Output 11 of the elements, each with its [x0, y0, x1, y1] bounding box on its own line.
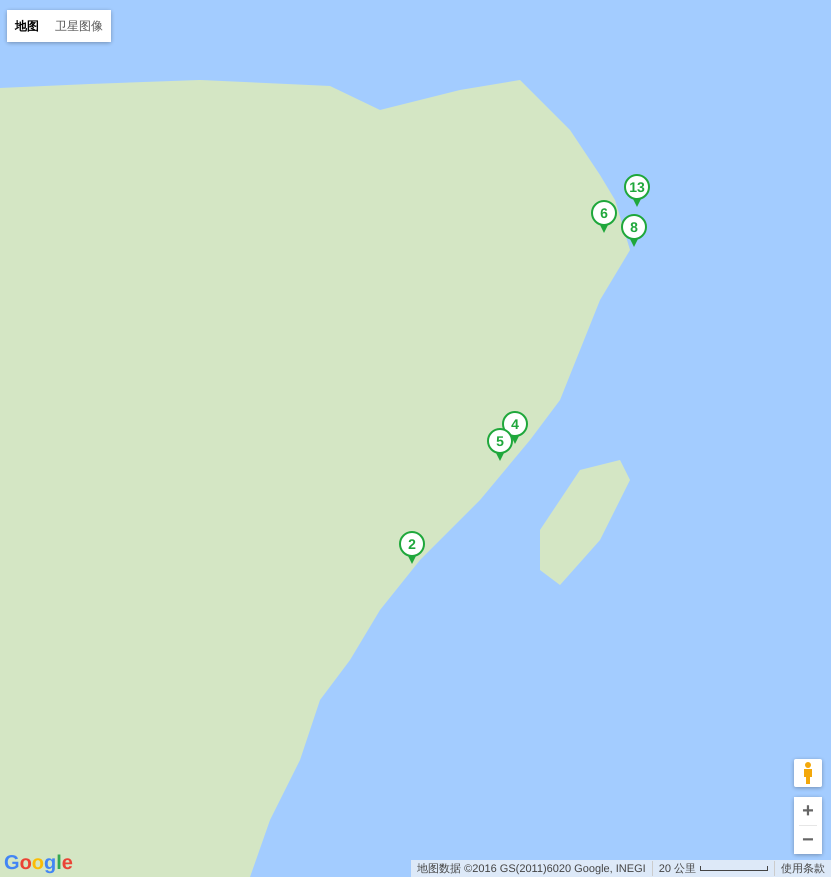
scale-bar [700, 866, 768, 871]
person-icon [802, 762, 814, 784]
scale-label: 20 公里 [658, 862, 696, 876]
zoom-out-button[interactable]: − [794, 826, 822, 854]
map-type-tab[interactable]: 地图 [7, 10, 47, 42]
attribution-text: 地图数据 ©2016 GS(2011)6020 Google, INEGI [411, 861, 653, 876]
pegman-button[interactable] [794, 759, 822, 787]
map-type-tab[interactable]: 卫星图像 [47, 10, 111, 42]
zoom-in-button[interactable]: + [794, 797, 822, 825]
logo: Google [4, 851, 73, 875]
terms-link[interactable]: 使用条款 [775, 861, 831, 876]
